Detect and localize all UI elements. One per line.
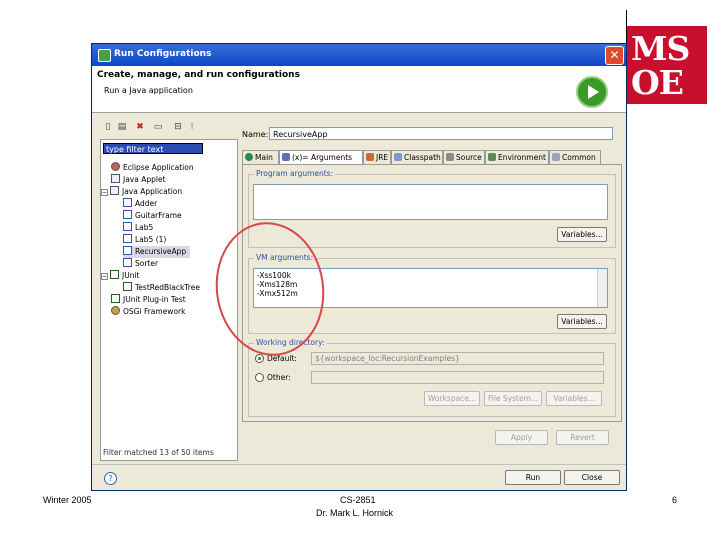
other-directory-field[interactable] [311,371,604,384]
environment-tab-icon [488,153,496,161]
name-field[interactable]: RecursiveApp [269,127,613,140]
close-button[interactable]: Close [564,470,620,485]
other-label: Other: [267,373,291,382]
junit-test-icon [123,282,132,291]
vm-args-variables-button[interactable]: Variables... [557,314,607,329]
run-configurations-dialog: Run Configurations ✕ Create, manage, and… [91,43,627,491]
workspace-button[interactable]: Workspace... [424,391,480,406]
program-args-variables-button[interactable]: Variables... [557,227,607,242]
footer-course: CS-2851 [340,495,376,505]
help-icon[interactable]: ? [104,472,117,485]
jre-tab-icon [366,153,374,161]
bottom-separator [92,464,626,465]
other-radio[interactable] [255,373,264,382]
java-class-icon [123,210,132,219]
common-tab-icon [552,153,560,161]
tree-item-lab5-1[interactable]: Lab5 (1) [123,234,166,246]
java-app-icon [110,186,119,195]
arguments-tab-icon [282,153,290,161]
run-config-app-icon [98,49,111,62]
filter-status: Filter matched 13 of 50 items [103,448,214,457]
tree-item-adder[interactable]: Adder [123,198,157,210]
applet-icon [111,174,120,183]
tree-item-java-applet[interactable]: Java Applet [111,174,166,186]
tab-arguments[interactable]: (x)= Arguments [279,150,363,165]
footer-instructor: Dr. Mark L. Hornick [316,508,394,518]
dialog-header: Create, manage, and run configurations R… [92,66,626,113]
tree-item-recursiveapp[interactable]: RecursiveApp [123,246,191,258]
revert-button[interactable]: Revert [556,430,609,445]
program-arguments-group: Program arguments: Variables... [248,169,616,248]
tab-source[interactable]: Source [443,150,485,164]
vm-args-scrollbar[interactable] [597,269,607,307]
default-directory-field: ${workspace_loc:RecursionExamples} [311,352,604,365]
junit-icon [110,270,119,279]
java-class-icon [123,198,132,207]
tree-item-sorter[interactable]: Sorter [123,258,158,270]
tab-environment[interactable]: Environment [485,150,549,164]
new-config-icon[interactable]: ▯ [102,121,114,133]
java-class-icon [123,222,132,231]
java-class-icon [123,258,132,267]
java-class-icon [123,246,132,255]
tree-item-guitarframe[interactable]: GuitarFrame [123,210,182,222]
default-radio[interactable] [255,354,264,363]
program-arguments-input[interactable] [253,184,608,220]
window-title: Run Configurations [114,49,212,59]
msoe-logo: MS OE [627,26,707,104]
config-tabs: Main (x)= Arguments JRE Classpath Source… [242,150,622,165]
tree-item-lab5[interactable]: Lab5 [123,222,153,234]
classpath-tab-icon [394,153,402,161]
collapse-icon[interactable]: − [101,189,108,196]
duplicate-icon[interactable]: ▤ [116,121,128,133]
tree-item-testredblacktree[interactable]: TestRedBlackTree [123,282,200,294]
header-title: Create, manage, and run configurations [97,70,300,80]
header-subtitle: Run a Java application [104,86,193,95]
tree-item-osgi-framework[interactable]: OSGi Framework [111,306,185,318]
program-arguments-label: Program arguments: [254,169,336,178]
footer-page-number: 6 [672,495,678,505]
workdir-variables-button[interactable]: Variables... [546,391,602,406]
config-toolbar: ▯ ▤ ✖ ▭ ⊟ ⁝ [102,121,222,135]
tab-main[interactable]: Main [242,150,279,164]
tree-item-eclipse-application[interactable]: Eclipse Application [111,162,194,174]
delete-icon[interactable]: ✖ [134,121,146,133]
name-label: Name: [242,130,269,139]
working-directory-group: Working directory: Default: ${workspace_… [248,338,616,417]
source-tab-icon [446,153,454,161]
filter-input[interactable]: type filter text [103,143,203,154]
tab-jre[interactable]: JRE [363,150,391,164]
collapse-all-icon[interactable]: ⊟ [172,121,184,133]
more-menu-icon[interactable]: ⁝ [186,121,198,133]
tree-item-junit-plugin-test[interactable]: JUnit Plug-in Test [111,294,186,306]
tab-common[interactable]: Common [549,150,601,164]
run-banner-icon [576,76,608,108]
eclipse-icon [111,162,120,171]
main-tab-icon [245,153,253,161]
junit-plugin-icon [111,294,120,303]
java-class-icon [123,234,132,243]
collapse-icon[interactable]: − [101,273,108,280]
osgi-icon [111,306,120,315]
close-window-button[interactable]: ✕ [605,46,624,65]
footer-term: Winter 2005 [43,495,92,505]
run-button[interactable]: Run [505,470,561,485]
file-system-button[interactable]: File System... [484,391,542,406]
tree-item-java-application[interactable]: − Java Application [101,186,182,198]
tree-item-junit[interactable]: − JUnit [101,270,139,282]
tab-classpath[interactable]: Classpath [391,150,443,164]
apply-button[interactable]: Apply [495,430,548,445]
filter-icon[interactable]: ▭ [152,121,164,133]
title-bar[interactable]: Run Configurations ✕ [92,44,626,66]
